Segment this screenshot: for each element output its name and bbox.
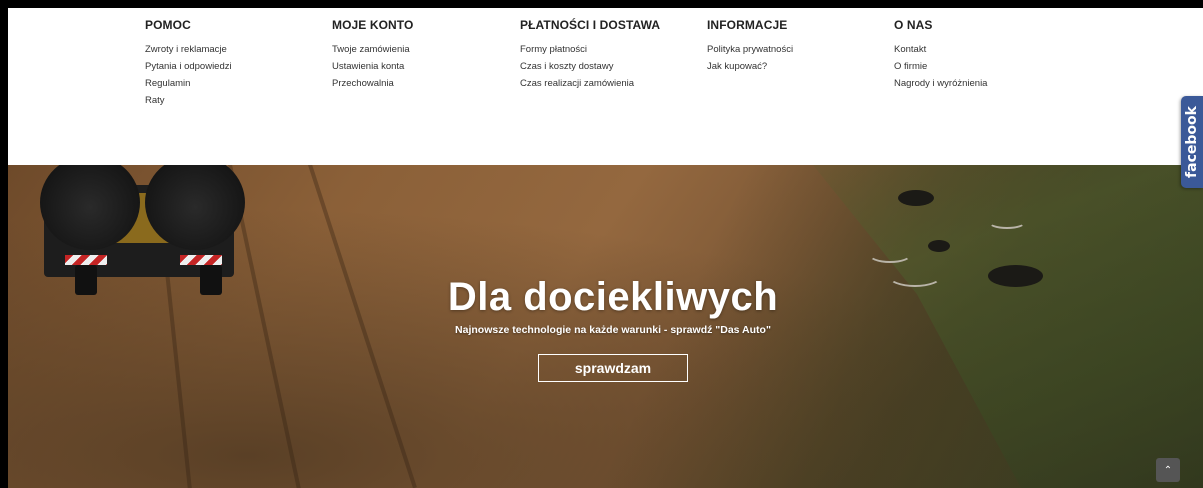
vehicle-reflector [65, 255, 107, 265]
vehicle-tire [200, 265, 222, 295]
footer-link-jak-kupowac[interactable]: Jak kupować? [707, 58, 887, 75]
footer-link-kontakt[interactable]: Kontakt [894, 41, 1074, 58]
footer-column-title: O NAS [894, 18, 933, 32]
footer-link-formy-platnosci[interactable]: Formy płatności [520, 41, 700, 58]
hero-title: Dla dociekliwych [447, 275, 779, 319]
horn [988, 215, 1026, 229]
sprawdzam-button[interactable]: sprawdzam [538, 354, 688, 382]
hero-vehicle-image [30, 165, 245, 300]
footer-column-title: PŁATNOŚCI I DOSTAWA [520, 18, 661, 32]
footer-link-ustawienia[interactable]: Ustawienia konta [332, 58, 512, 75]
footer-link-przechowalnia[interactable]: Przechowalnia [332, 75, 512, 92]
footer-link-nagrody[interactable]: Nagrody i wyróżnienia [894, 75, 1074, 92]
vehicle-reflector [180, 255, 222, 265]
horn-skull [928, 240, 950, 252]
footer-link-czas-realizacji[interactable]: Czas realizacji zamówienia [520, 75, 700, 92]
hero-subtitle: Najnowsze technologie na każde warunki -… [455, 324, 771, 336]
footer-link-raty[interactable]: Raty [145, 92, 325, 109]
facebook-tab-label: facebook [1184, 106, 1200, 178]
footer-link-pytania[interactable]: Pytania i odpowiedzi [145, 58, 325, 75]
hero-background-horns [868, 185, 1068, 287]
chevron-up-icon: ⌃ [1163, 465, 1173, 476]
scroll-top-button[interactable]: ⌃ [1156, 458, 1180, 482]
footer-column-title: POMOC [145, 18, 191, 32]
footer-link-o-firmie[interactable]: O firmie [894, 58, 1074, 75]
facebook-tab[interactable]: facebook [1181, 96, 1203, 188]
footer-column-o-nas: O NAS Kontakt O firmie Nagrody i wyróżni… [894, 18, 1074, 92]
footer-link-zwroty[interactable]: Zwroty i reklamacje [145, 41, 325, 58]
horn-skull [988, 265, 1043, 287]
footer-link-czas-koszty[interactable]: Czas i koszty dostawy [520, 58, 700, 75]
footer-menu: POMOC Zwroty i reklamacje Pytania i odpo… [8, 8, 1203, 165]
horn-skull [898, 190, 934, 206]
footer-column-moje-konto: MOJE KONTO Twoje zamówienia Ustawienia k… [332, 18, 512, 92]
footer-link-zamowienia[interactable]: Twoje zamówienia [332, 41, 512, 58]
vehicle-tire [75, 265, 97, 295]
footer-link-polityka[interactable]: Polityka prywatności [707, 41, 887, 58]
horn [868, 245, 912, 263]
footer-column-platnosci: PŁATNOŚCI I DOSTAWA Formy płatności Czas… [520, 18, 700, 92]
footer-column-title: MOJE KONTO [332, 18, 414, 32]
footer-column-pomoc: POMOC Zwroty i reklamacje Pytania i odpo… [145, 18, 325, 109]
hero-banner: Dla dociekliwych Najnowsze technologie n… [8, 165, 1203, 488]
page: POMOC Zwroty i reklamacje Pytania i odpo… [8, 8, 1203, 488]
footer-link-regulamin[interactable]: Regulamin [145, 75, 325, 92]
hero-content: Dla dociekliwych Najnowsze technologie n… [348, 275, 878, 382]
footer-column-informacje: INFORMACJE Polityka prywatności Jak kupo… [707, 18, 887, 75]
horn [888, 265, 942, 287]
footer-column-title: INFORMACJE [707, 18, 788, 32]
